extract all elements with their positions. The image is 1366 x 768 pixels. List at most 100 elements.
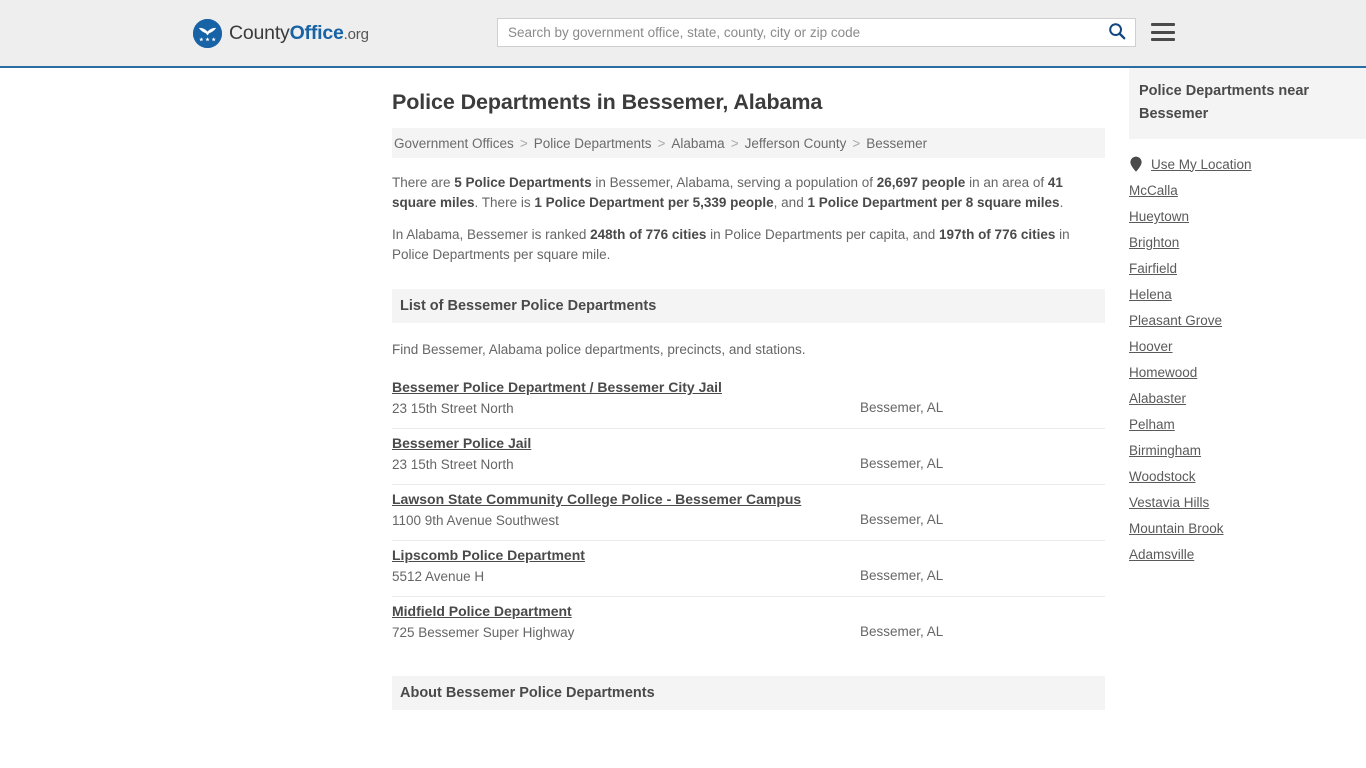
breadcrumb: Government Offices > Police Departments > Al… (392, 128, 1105, 158)
hamburger-menu-icon[interactable] (1151, 20, 1175, 44)
list-item[interactable]: Hueytown (1129, 198, 1366, 224)
site-header: CountyOffice.org (0, 0, 1366, 68)
site-logo[interactable]: CountyOffice.org (193, 19, 369, 48)
list-item[interactable]: Alabaster (1129, 380, 1366, 406)
listing-name-wrap: Lawson State Community College Police - … (392, 489, 860, 510)
summary-highlight: 197th of 776 cities (939, 227, 1056, 242)
list-item[interactable]: Birmingham (1129, 432, 1366, 458)
nearby-city-link-pleasant-grove[interactable]: Pleasant Grove (1129, 313, 1222, 328)
summary-highlight: 1 Police Department per 8 square miles (807, 195, 1060, 210)
listing-name-wrap: Midfield Police Department (392, 601, 860, 622)
nearby-city-link-fairfield[interactable]: Fairfield (1129, 261, 1177, 276)
summary-highlight: 248th of 776 cities (590, 227, 707, 242)
nearby-city-link-hoover[interactable]: Hoover (1129, 339, 1173, 354)
table-row: Bessemer Police Department / Bessemer Ci… (392, 373, 1105, 429)
listing-address: 725 Bessemer Super Highway (392, 625, 575, 640)
list-item[interactable]: Helena (1129, 276, 1366, 302)
summary-text: . There is (474, 195, 535, 210)
nearby-city-link-hueytown[interactable]: Hueytown (1129, 209, 1189, 224)
nearby-city-link-brighton[interactable]: Brighton (1129, 235, 1179, 250)
nearby-city-link-birmingham[interactable]: Birmingham (1129, 443, 1201, 458)
listing-name-link[interactable]: Lawson State Community College Police - … (392, 491, 801, 507)
summary-text: There are (392, 175, 455, 190)
listing-name-link[interactable]: Midfield Police Department (392, 603, 572, 619)
table-row: Lawson State Community College Police - … (392, 485, 1105, 541)
map-pin-icon (1129, 156, 1143, 172)
breadcrumb-item-bessemer[interactable]: Bessemer (866, 136, 927, 151)
nearby-city-link-pelham[interactable]: Pelham (1129, 417, 1175, 432)
list-item[interactable]: Brighton (1129, 224, 1366, 250)
list-item[interactable]: Fairfield (1129, 250, 1366, 276)
listing-details: Bessemer Police Jail 23 15th Street North (392, 433, 860, 472)
summary-paragraph-2: In Alabama, Bessemer is ranked 248th of … (392, 213, 1105, 265)
listing-city-state: Bessemer, AL (860, 456, 944, 471)
listing-name-wrap: Bessemer Police Jail (392, 433, 860, 454)
logo-word-county: County (229, 22, 290, 44)
nearby-cities-list: Use My Location McCalla Hueytown Brighton F… (1129, 145, 1366, 563)
list-item[interactable]: Pleasant Grove (1129, 302, 1366, 328)
table-row: Bessemer Police Jail 23 15th Street North… (392, 429, 1105, 485)
breadcrumb-item-jefferson-county[interactable]: Jefferson County (745, 136, 847, 151)
sidebar-heading: Police Departments near Bessemer (1129, 68, 1366, 139)
nearby-city-link-woodstock[interactable]: Woodstock (1129, 469, 1196, 484)
list-item[interactable]: Adamsville (1129, 536, 1366, 562)
use-my-location-link[interactable]: Use My Location (1151, 157, 1252, 172)
nearby-city-link-mountain-brook[interactable]: Mountain Brook (1129, 521, 1224, 536)
breadcrumb-item-police-departments[interactable]: Police Departments (534, 136, 652, 151)
summary-text: in Bessemer, Alabama, serving a populati… (591, 175, 877, 190)
breadcrumb-separator: > (519, 135, 528, 151)
listing-city-state: Bessemer, AL (860, 568, 944, 583)
summary-text: , and (773, 195, 808, 210)
table-row: Midfield Police Department 725 Bessemer S… (392, 597, 1105, 652)
list-item[interactable]: Mountain Brook (1129, 510, 1366, 536)
search-icon (1108, 22, 1126, 43)
listing-address: 23 15th Street North (392, 457, 514, 472)
nearby-city-link-homewood[interactable]: Homewood (1129, 365, 1197, 380)
breadcrumb-separator: > (852, 135, 861, 151)
search-input[interactable] (498, 19, 1099, 46)
listing-details: Lipscomb Police Department 5512 Avenue H (392, 545, 860, 584)
sidebar: Police Departments near Bessemer Use My … (1129, 68, 1366, 562)
list-item[interactable]: McCalla (1129, 172, 1366, 198)
summary-text: In Alabama, Bessemer is ranked (392, 227, 591, 242)
police-department-list: Bessemer Police Department / Bessemer Ci… (392, 373, 1105, 652)
listing-city-state: Bessemer, AL (860, 624, 944, 639)
nearby-city-link-adamsville[interactable]: Adamsville (1129, 547, 1194, 562)
summary-text: in Police Departments per capita, and (706, 227, 940, 242)
breadcrumb-item-alabama[interactable]: Alabama (671, 136, 724, 151)
search-bar (497, 18, 1136, 47)
summary-paragraph-1: There are 5 Police Departments in Bessem… (392, 158, 1105, 213)
table-row: Lipscomb Police Department 5512 Avenue H B… (392, 541, 1105, 597)
summary-highlight: 1 Police Department per 5,339 people (534, 195, 774, 210)
listing-name-link[interactable]: Bessemer Police Department / Bessemer Ci… (392, 379, 722, 395)
use-my-location-item[interactable]: Use My Location (1129, 145, 1366, 172)
list-item[interactable]: Vestavia Hills (1129, 484, 1366, 510)
listing-name-link[interactable]: Lipscomb Police Department (392, 547, 585, 563)
breadcrumb-separator: > (730, 135, 739, 151)
about-section-heading: About Bessemer Police Departments (392, 676, 1105, 710)
listing-name-wrap: Bessemer Police Department / Bessemer Ci… (392, 377, 860, 398)
summary-text: . (1059, 195, 1064, 210)
logo-word-office: Office (289, 22, 344, 44)
logo-wordmark: CountyOffice.org (229, 22, 369, 45)
eagle-shield-logo-icon (193, 19, 222, 48)
listing-details: Midfield Police Department 725 Bessemer S… (392, 601, 860, 640)
summary-highlight: 5 Police Departments (454, 175, 592, 190)
list-item[interactable]: Homewood (1129, 354, 1366, 380)
list-item[interactable]: Pelham (1129, 406, 1366, 432)
list-section-heading: List of Bessemer Police Departments (392, 289, 1105, 323)
breadcrumb-item-government-offices[interactable]: Government Offices (394, 136, 514, 151)
list-item[interactable]: Hoover (1129, 328, 1366, 354)
nearby-city-link-helena[interactable]: Helena (1129, 287, 1172, 302)
listing-address: 5512 Avenue H (392, 569, 485, 584)
nearby-city-link-vestavia-hills[interactable]: Vestavia Hills (1129, 495, 1209, 510)
list-item[interactable]: Woodstock (1129, 458, 1366, 484)
nearby-city-link-alabaster[interactable]: Alabaster (1129, 391, 1186, 406)
listing-name-link[interactable]: Bessemer Police Jail (392, 435, 531, 451)
search-button[interactable] (1099, 19, 1135, 46)
listing-name-wrap: Lipscomb Police Department (392, 545, 860, 566)
summary-highlight: 26,697 people (876, 175, 966, 190)
logo-word-tld: .org (343, 26, 369, 43)
nearby-city-link-mccalla[interactable]: McCalla (1129, 183, 1178, 198)
listing-city-state: Bessemer, AL (860, 512, 944, 527)
